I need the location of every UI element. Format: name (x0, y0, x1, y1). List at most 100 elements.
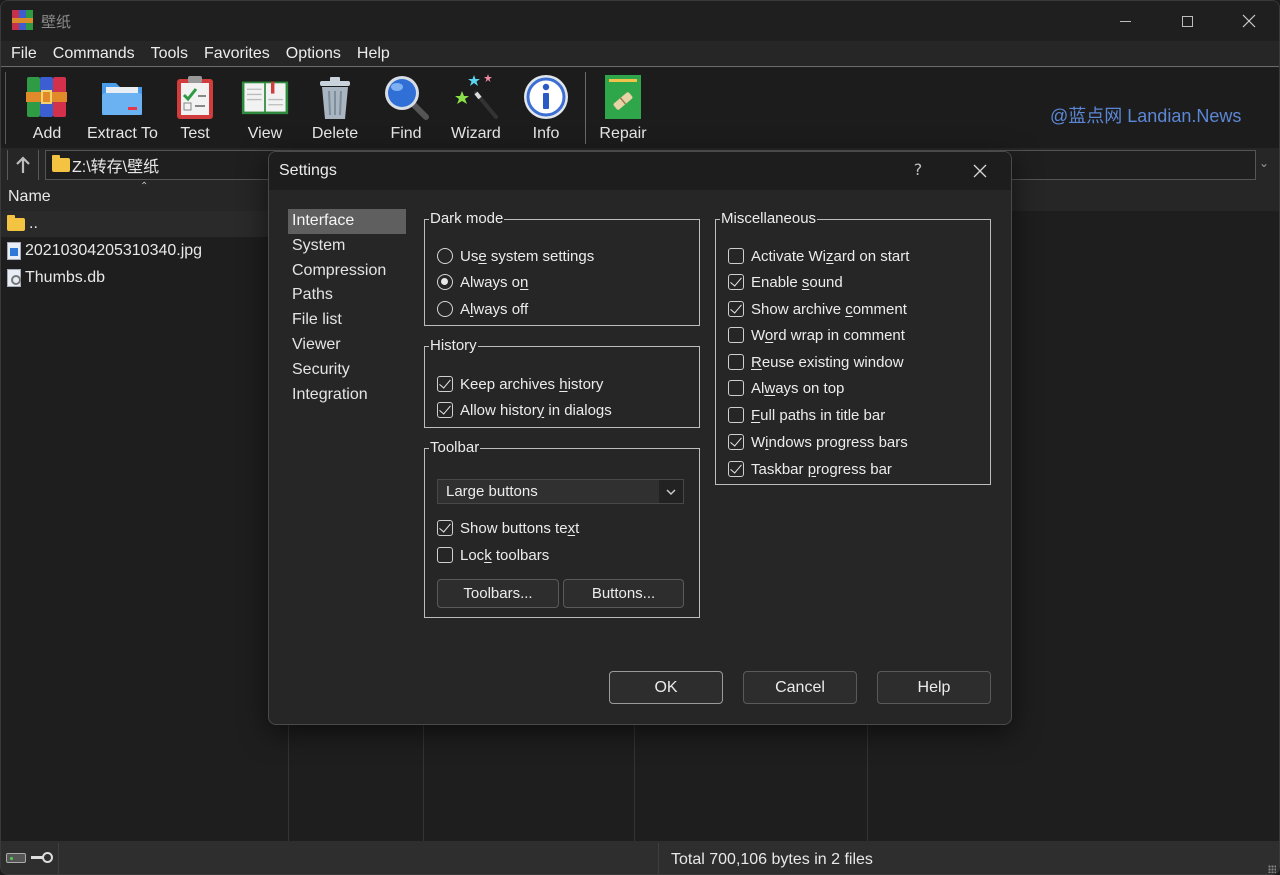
nav-item-viewer[interactable]: Viewer (288, 333, 406, 358)
info-button[interactable]: Info (522, 73, 570, 145)
column-header-name[interactable]: Name (8, 188, 51, 206)
file-row[interactable]: Thumbs.db (1, 265, 289, 291)
radio-use-system-settings[interactable]: Use system settings (437, 245, 594, 267)
nav-item-interface[interactable]: Interface (288, 209, 406, 234)
dialog-help-button[interactable]: ? (899, 160, 937, 179)
nav-item-paths[interactable]: Paths (288, 283, 406, 308)
checkbox-indicator[interactable] (437, 520, 453, 536)
checkbox-indicator[interactable] (437, 402, 453, 418)
toolbar: Add Extract To Test View Delete Find Wiz… (1, 68, 1279, 148)
checkbox-windows-progress-bars[interactable]: Windows progress bars (728, 431, 908, 453)
file-row[interactable]: .. (1, 211, 289, 237)
checkbox-full-paths-in-title-bar[interactable]: Full paths in title bar (728, 404, 885, 426)
radio-always-off[interactable]: Always off (437, 298, 528, 320)
ok-button[interactable]: OK (609, 671, 723, 704)
magnifier-icon (382, 73, 430, 121)
cancel-button[interactable]: Cancel (743, 671, 857, 704)
checkbox-always-on-top[interactable]: Always on top (728, 377, 844, 399)
menu-tools[interactable]: Tools (143, 41, 196, 67)
status-separator (658, 843, 659, 874)
nav-item-system[interactable]: System (288, 234, 406, 259)
toolbar-legend: Toolbar (430, 439, 480, 456)
menu-file[interactable]: File (3, 41, 45, 67)
toolbar-grip[interactable] (5, 72, 6, 144)
wizard-button[interactable]: Wizard (451, 73, 501, 145)
menu-options[interactable]: Options (278, 41, 349, 67)
buttons-button[interactable]: Buttons... (563, 579, 684, 608)
history-legend: History (430, 337, 477, 354)
status-separator (58, 843, 59, 874)
checkbox-word-wrap-in-comment[interactable]: Word wrap in comment (728, 324, 905, 346)
file-name: .. (29, 215, 38, 232)
dialog-close-button[interactable] (961, 158, 999, 184)
address-dropdown-chevron-icon[interactable]: ⌄ (1259, 156, 1269, 170)
option-label: Show buttons text (460, 519, 580, 537)
radio-always-on[interactable]: Always on (437, 271, 528, 293)
menu-favorites[interactable]: Favorites (196, 41, 278, 67)
checkbox-indicator[interactable] (728, 380, 744, 396)
dialog-title: Settings (279, 162, 337, 179)
close-icon (973, 164, 987, 178)
view-button[interactable]: View (241, 73, 289, 145)
checkbox-lock-toolbars[interactable]: Lock toolbars (437, 544, 549, 566)
system-file-icon (7, 269, 21, 287)
option-label: Use system settings (460, 247, 595, 265)
toolbar-size-select[interactable]: Large buttons (437, 479, 684, 504)
checkbox-enable-sound[interactable]: Enable sound (728, 271, 843, 293)
option-label: Reuse existing window (751, 353, 904, 371)
minimize-button[interactable] (1094, 1, 1156, 41)
checkbox-keep-archives-history[interactable]: Keep archives history (437, 373, 603, 395)
repair-button[interactable]: Repair (599, 73, 647, 145)
checkbox-taskbar-progress-bar[interactable]: Taskbar progress bar (728, 458, 892, 480)
checkbox-indicator[interactable] (728, 327, 744, 343)
key-icon[interactable] (31, 851, 53, 865)
minimize-icon (1119, 20, 1131, 22)
checkbox-show-archive-comment[interactable]: Show archive comment (728, 298, 907, 320)
delete-button[interactable]: Delete (311, 73, 359, 145)
checkbox-indicator[interactable] (728, 407, 744, 423)
resize-grip[interactable] (1268, 865, 1276, 873)
up-folder-button[interactable] (7, 150, 39, 180)
find-button[interactable]: Find (382, 73, 430, 145)
nav-item-security[interactable]: Security (288, 358, 406, 383)
toolbar-group: Toolbar Large buttons Show buttons text … (424, 440, 700, 618)
close-button[interactable] (1218, 1, 1279, 41)
checkbox-indicator[interactable] (728, 434, 744, 450)
miscellaneous-group: Miscellaneous Activate Wizard on start E… (715, 211, 991, 485)
checkbox-indicator[interactable] (437, 376, 453, 392)
radio-indicator[interactable] (437, 301, 453, 317)
checkbox-indicator[interactable] (728, 274, 744, 290)
nav-item-file-list[interactable]: File list (288, 308, 406, 333)
magic-wand-icon (452, 73, 500, 121)
window-title: 壁纸 (41, 13, 72, 31)
file-row[interactable]: 20210304205310340.jpg (1, 238, 289, 264)
extract-to-button[interactable]: Extract To (87, 73, 158, 145)
checkbox-allow-history-in-dialogs[interactable]: Allow history in dialogs (437, 399, 612, 421)
option-label: Taskbar progress bar (751, 460, 892, 478)
checkbox-reuse-existing-window[interactable]: Reuse existing window (728, 351, 904, 373)
checkbox-activate-wizard-on-start[interactable]: Activate Wizard on start (728, 245, 909, 267)
radio-indicator[interactable] (437, 274, 453, 290)
test-button[interactable]: Test (171, 73, 219, 145)
option-label: Always on top (751, 379, 845, 397)
menu-help[interactable]: Help (349, 41, 398, 67)
nav-item-compression[interactable]: Compression (288, 259, 406, 284)
find-label: Find (390, 125, 422, 142)
checkbox-indicator[interactable] (728, 248, 744, 264)
add-button[interactable]: Add (23, 73, 71, 145)
menu-commands[interactable]: Commands (45, 41, 143, 67)
checkbox-indicator[interactable] (728, 354, 744, 370)
folder-icon (52, 155, 70, 172)
maximize-button[interactable] (1156, 1, 1218, 41)
toolbars-button[interactable]: Toolbars... (437, 579, 559, 608)
checkbox-show-buttons-text[interactable]: Show buttons text (437, 517, 579, 539)
help-button[interactable]: Help (877, 671, 991, 704)
delete-label: Delete (311, 125, 359, 142)
nav-item-integration[interactable]: Integration (288, 383, 406, 408)
checkbox-indicator[interactable] (728, 461, 744, 477)
checkbox-indicator[interactable] (728, 301, 744, 317)
option-label: Activate Wizard on start (751, 247, 910, 265)
radio-indicator[interactable] (437, 248, 453, 264)
checkbox-indicator[interactable] (437, 547, 453, 563)
history-group: History Keep archives history Allow hist… (424, 338, 700, 428)
